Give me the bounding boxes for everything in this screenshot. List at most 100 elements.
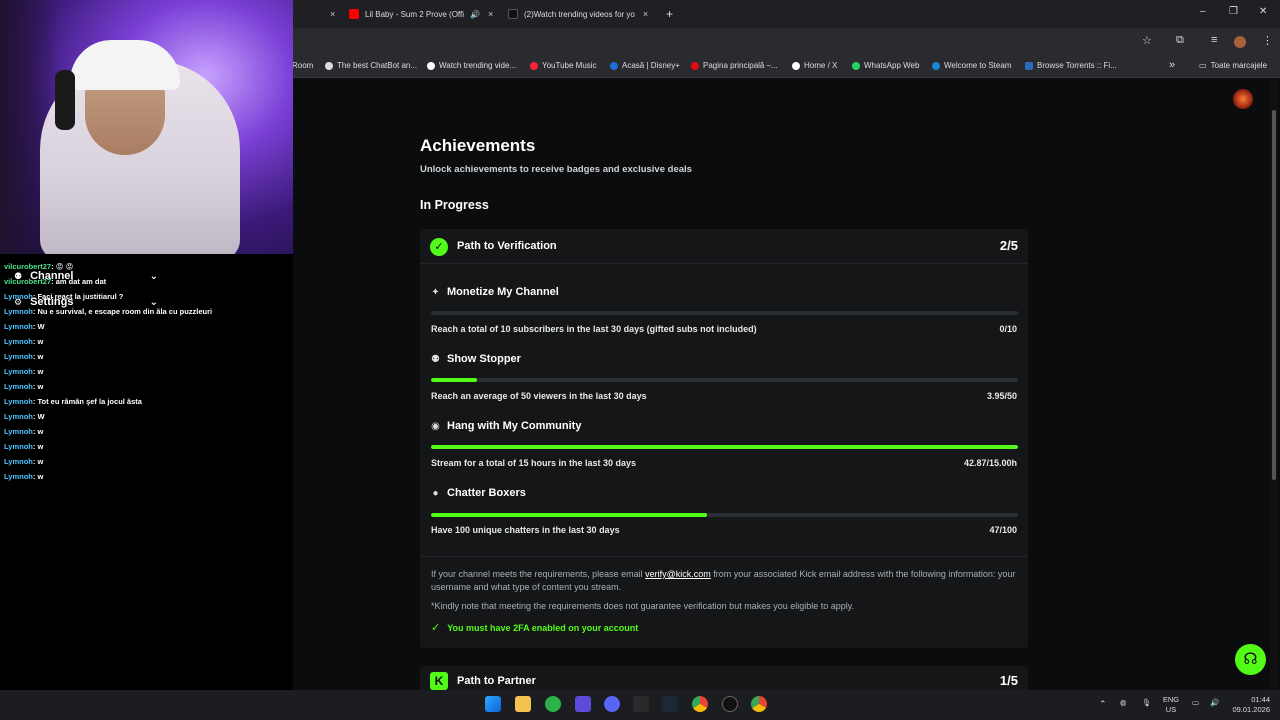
new-tab-button[interactable]: + — [666, 4, 673, 24]
divider — [420, 556, 1028, 557]
chat-message: Lymnoh: W — [4, 412, 45, 421]
progress-fill — [431, 378, 478, 382]
microphone-icon[interactable]: 🎙 — [1142, 698, 1152, 708]
bookmark-item[interactable]: Room — [292, 61, 313, 70]
profile-avatar[interactable] — [1234, 36, 1246, 48]
obs-icon[interactable] — [722, 696, 738, 712]
minimize-icon[interactable]: – — [1200, 6, 1206, 17]
media-control-icon[interactable]: ≡ — [1211, 34, 1217, 46]
whatsapp-icon — [852, 61, 860, 70]
bookmark-item[interactable]: Home / X — [792, 61, 837, 70]
page-title: Achievements — [420, 136, 536, 155]
bookmark-item[interactable]: Pagina principală –... — [691, 61, 778, 70]
chat-message: Lymnoh: w — [4, 442, 44, 451]
volume-icon[interactable]: 🔊 — [1210, 698, 1219, 708]
verification-card: ✓ Path to Verification 2/5 ✦ Monetize My… — [420, 229, 1028, 648]
tiktok-icon — [508, 9, 518, 19]
file-explorer-icon[interactable] — [515, 696, 531, 712]
bookmark-item[interactable]: WhatsApp Web — [852, 61, 919, 70]
bookmark-item[interactable]: Acasă | Disney+ — [610, 61, 680, 70]
media-player-icon[interactable] — [575, 696, 591, 712]
user-avatar[interactable] — [1233, 89, 1253, 109]
card-title: Path to Verification — [457, 240, 557, 252]
tab-close-icon[interactable]: × — [488, 9, 493, 19]
progress-fill — [431, 513, 707, 517]
verification-disclaimer: *Kindly note that meeting the requiremen… — [431, 601, 855, 611]
extensions-icon[interactable]: ⧉ — [1176, 34, 1184, 47]
speaker-icon[interactable]: 🔊 — [470, 10, 480, 19]
achievement-value: 42.87/15.00h — [963, 458, 1017, 468]
bookmark-item[interactable]: Browse Torrents :: Fi... — [1025, 61, 1117, 70]
sparkle-icon: ✦ — [431, 286, 440, 298]
progress-bar — [431, 445, 1018, 449]
close-icon[interactable]: ✕ — [1259, 6, 1267, 17]
verified-badge-icon: ✓ — [430, 238, 448, 256]
chat-message: vilcurobert27: am dat am dat — [4, 277, 107, 286]
verification-card-header[interactable]: ✓ Path to Verification 2/5 — [420, 229, 1028, 264]
chrome-icon[interactable] — [751, 696, 767, 712]
achievement-title: ✦ Monetize My Channel — [431, 286, 559, 298]
headset — [55, 70, 75, 130]
windows-start-icon[interactable] — [485, 696, 501, 712]
email-link[interactable]: verify@kick.com — [645, 569, 711, 579]
region-label: US — [1165, 705, 1177, 714]
chat-message: Lymnoh: Tot eu rămân şef la jocul ăsta — [4, 397, 142, 406]
chat-message: Lymnoh: w — [4, 427, 44, 436]
all-bookmarks-folder[interactable]: ▭ Toate marcajele — [1199, 61, 1267, 70]
support-chat-icon[interactable]: ☊ — [1235, 644, 1266, 675]
bookmark-item[interactable]: The best ChatBot an... — [325, 61, 417, 70]
maximize-icon[interactable]: ❐ — [1229, 6, 1238, 17]
chat-message: Lymnoh: W — [4, 322, 45, 331]
chatbot-icon — [325, 61, 333, 70]
whatsapp-icon[interactable] — [545, 696, 561, 712]
bookmarks-more-icon[interactable]: » — [1169, 59, 1175, 71]
achievement-value: 0/10 — [999, 324, 1017, 334]
page-subtitle: Unlock achievements to receive badges an… — [420, 164, 692, 175]
chat-message: Lymnoh: w — [4, 472, 44, 481]
steam-icon — [932, 61, 940, 70]
epic-games-icon[interactable] — [633, 696, 649, 712]
display-icon[interactable]: ▭ — [1192, 698, 1199, 708]
webcam-overlay — [0, 0, 293, 254]
language-label: ENG — [1162, 695, 1180, 704]
progress-bar — [431, 513, 1018, 517]
tiktok-icon — [427, 61, 435, 70]
chrome-icon[interactable] — [692, 696, 708, 712]
tray-expand-icon[interactable]: ⌃ — [1099, 699, 1107, 709]
menu-icon[interactable]: ⋮ — [1262, 34, 1273, 47]
time-label: 01:44 — [1251, 695, 1270, 704]
language-indicator[interactable]: ENG US — [1160, 695, 1182, 715]
streamer-cap — [70, 40, 180, 90]
requirement-2fa: ✓ You must have 2FA enabled on your acco… — [431, 622, 639, 634]
chat-message: Lymnoh: w — [4, 367, 44, 376]
tab-youtube[interactable]: Lil Baby - Sum 2 Prove (Offi 🔊 × — [349, 4, 497, 24]
network-icon[interactable]: ◍ — [1120, 698, 1127, 708]
chevron-down-icon[interactable]: ⌄ — [150, 297, 158, 308]
bookmark-item[interactable]: Watch trending vide... — [427, 61, 516, 70]
tab-close-icon[interactable]: × — [643, 9, 648, 19]
broadcast-icon: ◉ — [431, 420, 440, 432]
clock[interactable]: 01:44 09.01.2026 — [1226, 695, 1270, 715]
scrollbar[interactable] — [1270, 80, 1278, 690]
star-icon[interactable]: ☆ — [1142, 34, 1152, 47]
screen: × Lil Baby - Sum 2 Prove (Offi 🔊 × (2)Wa… — [0, 0, 1280, 720]
chevron-down-icon[interactable]: ⌄ — [150, 271, 158, 282]
achievement-description: Reach a total of 10 subscribers in the l… — [431, 324, 757, 334]
bookmark-item[interactable]: YouTube Music — [530, 61, 597, 70]
achievement-description: Stream for a total of 15 hours in the la… — [431, 458, 637, 468]
discord-icon[interactable] — [604, 696, 620, 712]
achievement-value: 3.95/50 — [986, 391, 1017, 401]
youtube-icon — [349, 9, 359, 19]
tab-tiktok[interactable]: (2)Watch trending videos for yo × — [508, 4, 653, 24]
chat-message: Lymnoh: Faci react la justitiarul ? — [4, 292, 124, 301]
scrollbar-thumb[interactable] — [1272, 110, 1276, 480]
achievement-title: ⚉ Show Stopper — [431, 353, 521, 365]
disney-icon — [610, 61, 618, 70]
card-progress-count: 2/5 — [999, 238, 1018, 253]
tab-close-icon[interactable]: × — [322, 4, 335, 24]
card-title: Path to Partner — [457, 675, 536, 687]
steam-icon[interactable] — [662, 696, 678, 712]
bookmark-item[interactable]: Welcome to Steam — [932, 61, 1011, 70]
x-icon — [792, 61, 800, 70]
verification-note: If your channel meets the requirements, … — [431, 569, 1016, 592]
